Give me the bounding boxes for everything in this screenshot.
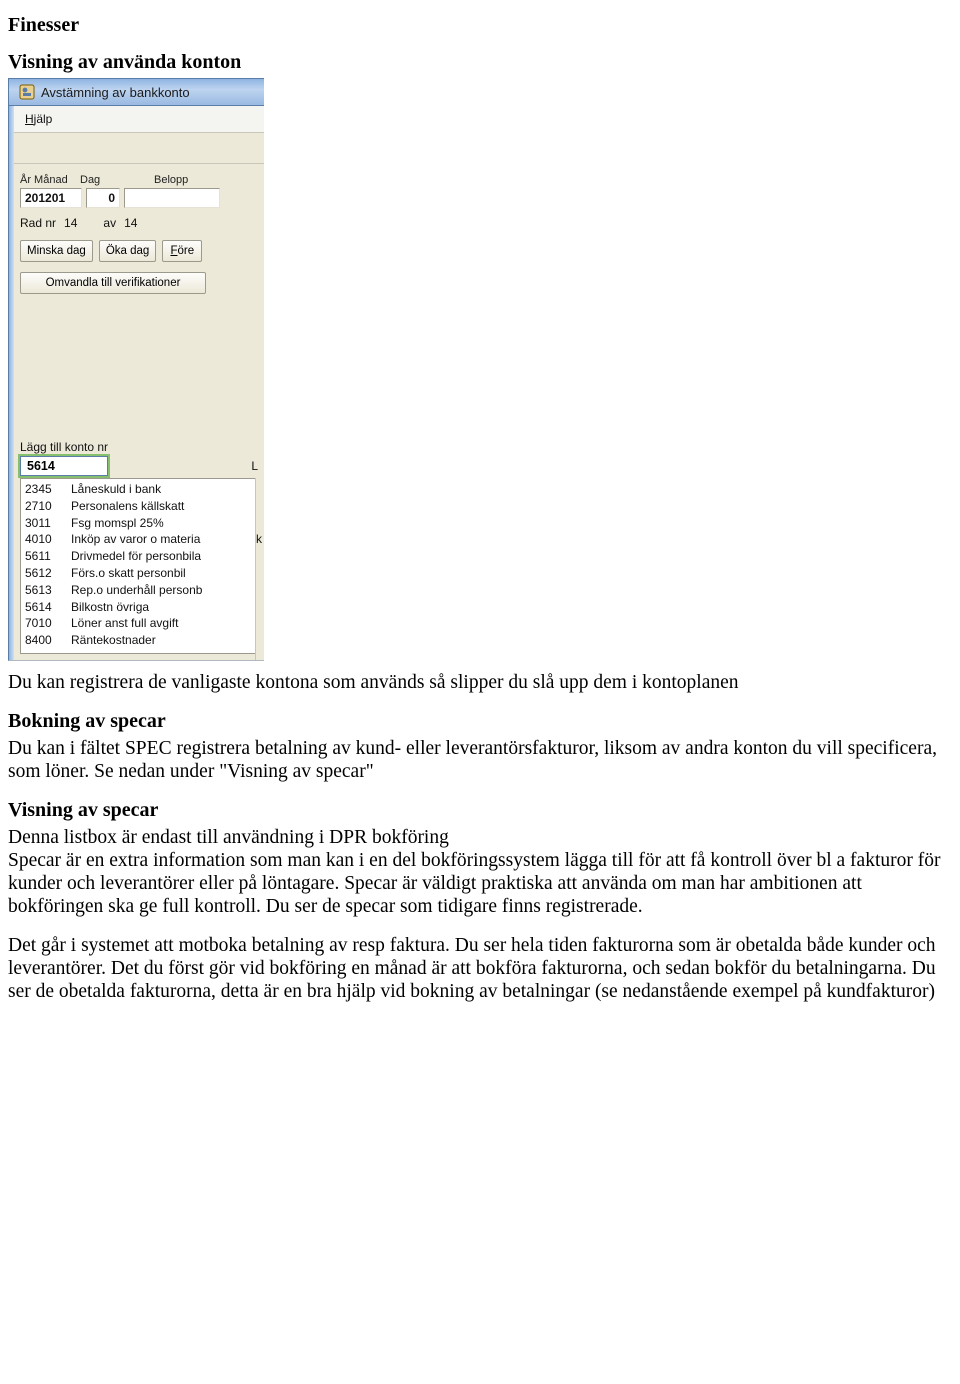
app-window-cropped: Avstämning av bankkonto Hjälp År Månad D… [8,78,264,661]
label-belopp: Belopp [118,174,234,186]
input-lagg-till-konto[interactable] [20,456,108,476]
doc-p-specar-long: Specar är en extra information som man k… [8,849,952,918]
account-name: Rep.o underhåll personb [71,582,202,599]
account-name: Inköp av varor o materia [71,531,200,548]
account-row[interactable]: 2345 Låneskuld i bank [25,481,259,498]
account-code: 7010 [25,615,65,632]
doc-p-bokning: Du kan i fältet SPEC registrera betalnin… [8,737,952,783]
doc-subheading-visning-specar: Visning av specar [8,799,952,822]
rownr-pre: Rad nr [20,216,56,230]
account-row[interactable]: 5611 Drivmedel för personbila [25,548,259,565]
input-dag[interactable]: 0 [86,188,120,208]
account-name: Låneskuld i bank [71,481,161,498]
account-row[interactable]: 8400 Räntekostnader [25,632,259,649]
oka-dag-button[interactable]: Öka dag [99,240,156,262]
account-name: Förs.o skatt personbil [71,565,186,582]
account-name: Personalens källskatt [71,498,184,515]
rownr-n: 14 [64,216,77,230]
account-row[interactable]: 5612 Förs.o skatt personbil [25,565,259,582]
label-lagg-till-konto: Lägg till konto nr [14,440,264,456]
account-code: 4010 [25,531,65,548]
account-name: Löner anst full avgift [71,615,178,632]
field-inputs-row: 201201 0 [20,188,260,208]
accounts-listbox[interactable]: 2345 Låneskuld i bank 2710 Personalens käll… [20,478,260,654]
account-row[interactable]: 2710 Personalens källskatt [25,498,259,515]
account-code: 2345 [25,481,65,498]
account-name: Fsg momspl 25% [71,515,164,532]
listbox-right-edge [255,478,264,660]
menu-hjalp-underline: H [25,112,34,126]
account-code: 5614 [25,599,65,616]
account-code: 3011 [25,515,65,532]
account-row[interactable]: 4010 Inköp av varor o materia [25,531,259,548]
cropped-char-k: k [256,532,262,546]
account-code: 2710 [25,498,65,515]
doc-p-listbox-dpr: Denna listbox är endast till användning … [8,826,952,849]
fore-rest: öre [178,245,195,257]
account-code: 5613 [25,582,65,599]
minska-dag-button[interactable]: Minska dag [20,240,93,262]
window-title: Avstämning av bankkonto [41,85,190,100]
app-icon [19,84,35,100]
omvandla-button[interactable]: Omvandla till verifikationer [20,272,206,294]
field-labels-row: År Månad Dag Belopp [20,174,260,186]
account-code: 5612 [25,565,65,582]
menu-hjalp-rest: jälp [34,112,53,126]
menubar: Hjälp [9,106,264,133]
rownr-total: 14 [124,216,137,230]
account-code: 5611 [25,548,65,565]
input-ar-manad[interactable]: 201201 [20,188,82,208]
account-name: Drivmedel för personbila [71,548,201,565]
account-code: 8400 [25,632,65,649]
label-dag: Dag [80,174,114,186]
account-row[interactable]: 7010 Löner anst full avgift [25,615,259,632]
doc-subheading-visning-konton: Visning av använda konton [8,51,952,74]
doc-heading-finesser: Finesser [8,14,952,37]
fore-underline: F [170,245,177,257]
account-name: Bilkostn övriga [71,599,149,616]
cropped-char-l: L [251,459,258,473]
menu-hjalp[interactable]: Hjälp [19,110,58,128]
rownr-mid: av [103,216,116,230]
account-row[interactable]: 3011 Fsg momspl 25% [25,515,259,532]
doc-subheading-bokning: Bokning av specar [8,710,952,733]
input-belopp[interactable] [124,188,220,208]
row-number-status: Rad nr 14 av 14 [20,216,260,230]
account-name: Räntekostnader [71,632,156,649]
doc-p-motboka: Det går i systemet att motboka betalning… [8,934,952,1003]
fore-button[interactable]: Före [162,240,202,262]
account-row[interactable]: 5613 Rep.o underhåll personb [25,582,259,599]
titlebar: Avstämning av bankkonto [9,79,264,106]
label-ar-manad: År Månad [20,174,76,186]
doc-p-register-accounts: Du kan registrera de vanligaste kontona … [8,671,952,694]
account-row[interactable]: 5614 Bilkostn övriga [25,599,259,616]
